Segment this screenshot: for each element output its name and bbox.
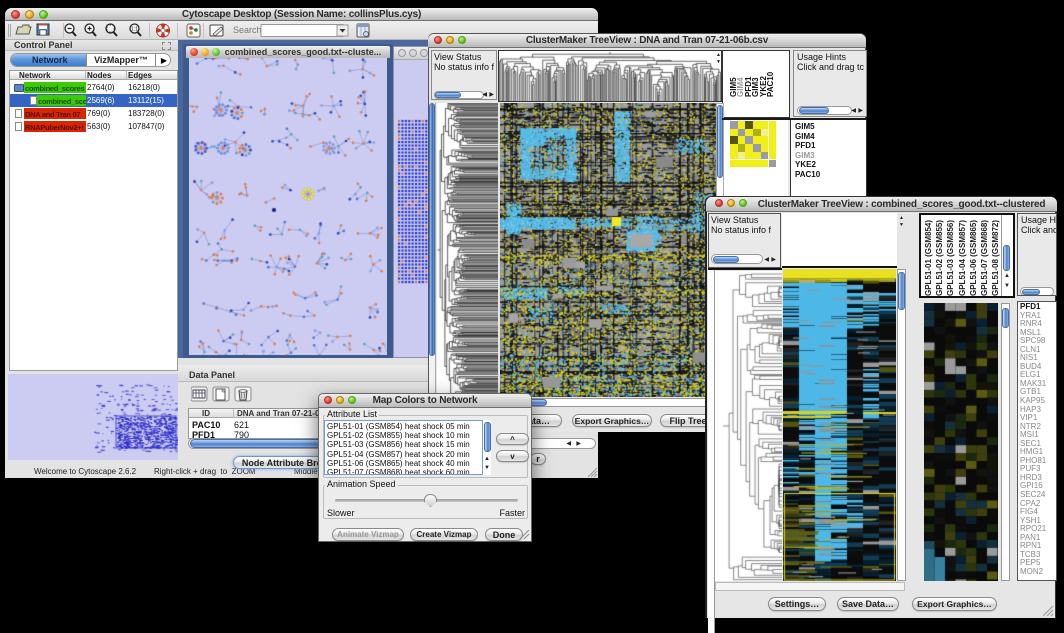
svg-text:1:1: 1:1 — [131, 27, 138, 33]
svg-text:Search:: Search: — [233, 25, 264, 35]
